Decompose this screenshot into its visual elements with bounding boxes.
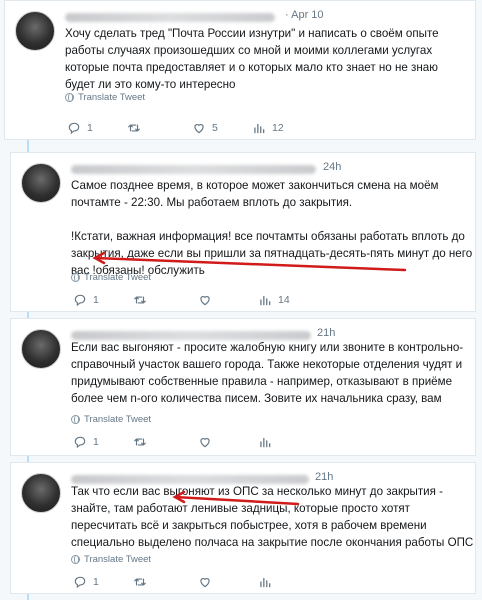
reply-button[interactable]: 1 [73, 435, 99, 449]
reply-icon [67, 121, 81, 135]
tweet-time[interactable]: · Apr 10 [285, 9, 324, 21]
retweet-button[interactable] [127, 121, 147, 135]
avatar[interactable] [21, 163, 61, 203]
tweet-text: Если вас выгоняют - просите жалобную кни… [71, 341, 464, 405]
reply-count: 1 [93, 294, 99, 306]
retweet-icon [133, 293, 147, 307]
tweet-header: 24h [71, 161, 471, 175]
translate-label: Translate Tweet [84, 272, 152, 283]
retweet-icon [133, 435, 147, 449]
tweet-actions: 1 [73, 575, 373, 591]
reply-count: 1 [93, 436, 99, 448]
reply-count: 1 [93, 576, 99, 588]
like-button[interactable] [198, 575, 218, 589]
analytics-button[interactable]: 14 [258, 293, 290, 307]
reply-icon [73, 575, 87, 589]
retweet-button[interactable] [133, 293, 153, 307]
retweet-button[interactable] [133, 435, 153, 449]
tweet-text: Хочу сделать тред "Почта России изнутри"… [65, 27, 439, 91]
retweet-icon [127, 121, 141, 135]
translate-tweet-link[interactable]: Translate Tweet [71, 272, 151, 283]
translate-label: Translate Tweet [84, 414, 152, 425]
reply-button[interactable]: 1 [73, 575, 99, 589]
analytics-icon [252, 121, 266, 135]
globe-icon [71, 415, 80, 424]
tweet-actions: 1 5 12 [67, 121, 367, 137]
avatar[interactable] [21, 473, 61, 513]
tweet-text: Так что если вас выгоняют из ОПС за неск… [71, 485, 474, 549]
translate-label: Translate Tweet [84, 554, 152, 565]
translate-tweet-link[interactable]: Translate Tweet [71, 414, 151, 425]
author-name-redacted [71, 165, 316, 175]
avatar[interactable] [21, 329, 61, 369]
tweet-text: Самое позднее время, в которое может зак… [71, 179, 473, 277]
heart-icon [198, 435, 212, 449]
avatar[interactable] [15, 11, 55, 51]
tweet-time[interactable]: 21h [315, 471, 333, 483]
author-name-redacted [65, 13, 275, 23]
reply-button[interactable]: 1 [73, 293, 99, 307]
like-button[interactable] [198, 293, 218, 307]
globe-icon [71, 555, 80, 564]
translate-tweet-link[interactable]: Translate Tweet [65, 92, 145, 103]
translate-tweet-link[interactable]: Translate Tweet [71, 554, 151, 565]
tweet-actions: 1 [73, 435, 373, 451]
reply-icon [73, 435, 87, 449]
heart-icon [198, 293, 212, 307]
like-count: 5 [212, 122, 218, 134]
analytics-icon [258, 293, 272, 307]
translate-label: Translate Tweet [78, 92, 146, 103]
analytics-count: 12 [272, 122, 284, 134]
retweet-button[interactable] [133, 575, 153, 589]
heart-icon [198, 575, 212, 589]
reply-icon [73, 293, 87, 307]
globe-icon [71, 273, 80, 282]
reply-button[interactable]: 1 [67, 121, 93, 135]
like-button[interactable]: 5 [192, 121, 218, 135]
tweet-time[interactable]: 24h [323, 161, 341, 173]
tweet-card[interactable]: 24h Самое позднее время, в которое может… [10, 152, 476, 312]
analytics-count: 14 [278, 294, 290, 306]
tweet-card[interactable]: 21h Если вас выгоняют - просите жалобную… [10, 318, 476, 456]
analytics-icon [258, 575, 272, 589]
analytics-icon [258, 435, 272, 449]
tweet-card[interactable]: 21h Так что если вас выгоняют из ОПС за … [10, 462, 476, 594]
analytics-button[interactable] [258, 435, 278, 449]
analytics-button[interactable] [258, 575, 278, 589]
tweet-time[interactable]: 21h [317, 327, 335, 339]
like-button[interactable] [198, 435, 218, 449]
tweet-actions: 1 14 [73, 293, 373, 309]
analytics-button[interactable]: 12 [252, 121, 284, 135]
retweet-icon [133, 575, 147, 589]
tweet-header: · Apr 10 [65, 9, 465, 23]
reply-count: 1 [87, 122, 93, 134]
globe-icon [65, 93, 74, 102]
tweet-card[interactable]: · Apr 10 Хочу сделать тред "Почта России… [4, 0, 476, 140]
heart-icon [192, 121, 206, 135]
